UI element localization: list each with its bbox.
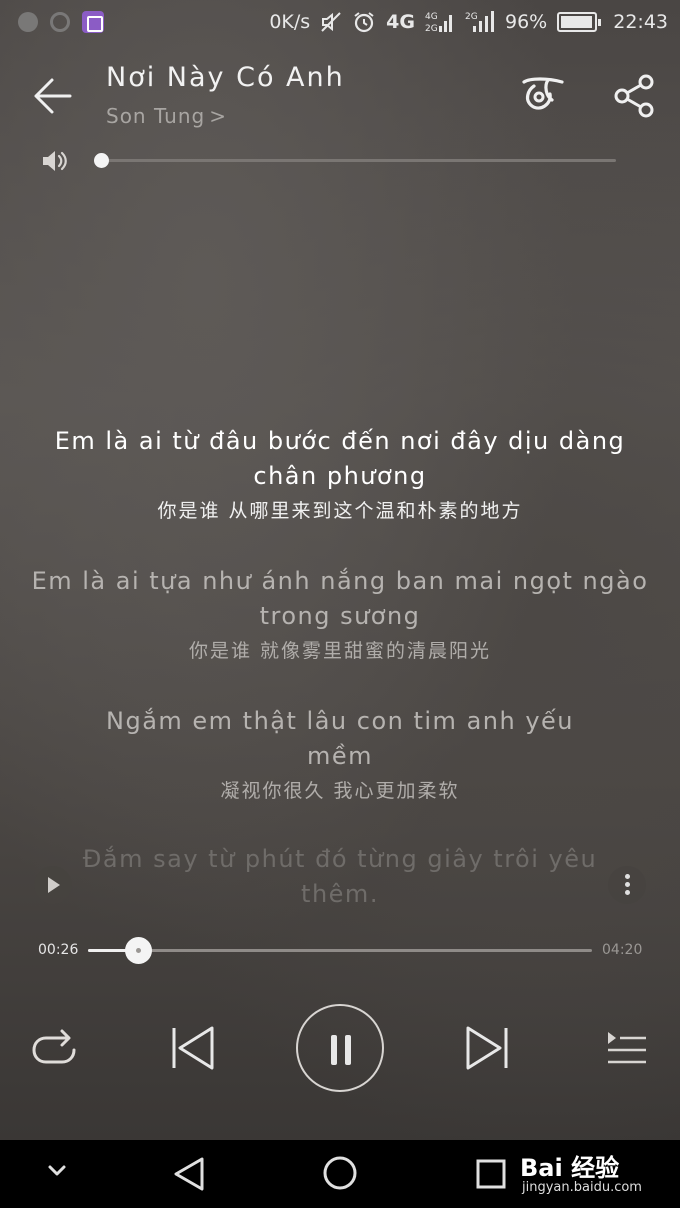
navigation-bar: Bai 经验 jingyan.baidu.com [0,1140,680,1208]
artist-name: Son Tung [106,104,206,128]
more-options-button[interactable] [608,866,646,904]
notification-icon [18,12,38,32]
next-button[interactable] [458,1020,514,1076]
battery-percent: 96% [505,11,548,33]
progress-track[interactable] [88,949,592,952]
repeat-icon [32,1029,76,1064]
status-bar: 0K/s 4G 4G 2G 2G 96% 22:43 [0,0,680,46]
svg-text:2G: 2G [425,24,438,34]
dot [625,874,630,879]
total-time: 04:20 [602,942,643,958]
dot [625,890,630,895]
circle-home-icon [323,1156,357,1190]
speaker-icon[interactable] [40,148,70,174]
nav-recents-button[interactable] [474,1157,508,1191]
playlist-icon [608,1032,646,1064]
svg-text:2G: 2G [465,12,478,22]
repeat-button[interactable] [28,1024,80,1072]
mute-icon [320,11,342,33]
song-title: Nơi Này Có Anh [106,62,345,93]
triangle-back-icon [174,1157,204,1191]
nav-back-button[interactable] [170,1156,210,1192]
play-overlay-button[interactable] [34,866,72,904]
lyric-vietnamese: Em là ai từ đâu bước đến nơi đây dịu dàn… [54,427,626,490]
chevron-down-icon [48,1165,66,1176]
battery-icon [557,12,602,32]
lyric-vietnamese: Ngắm em thật lâu con tim anh yếu mềm [106,707,574,770]
playlist-button[interactable] [600,1024,650,1072]
lyric-line: Em là ai tựa như ánh nắng ban mai ngọt n… [30,564,650,666]
watermark-logo: Bai 经验 [520,1154,620,1182]
back-button[interactable] [28,72,76,120]
dot [625,882,630,887]
share-button[interactable] [610,72,658,120]
artist-link[interactable]: Son Tung > [106,104,227,128]
sound-effects-icon [522,77,564,110]
lyric-line: Ngắm em thật lâu con tim anh yếu mềm 凝视你… [70,704,610,806]
elapsed-time: 00:26 [38,942,79,958]
lyric-line: Đắm say từ phút đó từng giây trôi yêu th… [50,842,630,912]
progress-thumb[interactable] [124,937,152,964]
pause-icon [345,1035,351,1065]
lyric-vietnamese: Đắm say từ phút đó từng giây trôi yêu th… [82,845,598,908]
square-recents-icon [476,1159,506,1189]
chevron-right-icon: > [209,104,227,128]
arrow-left-icon [34,78,72,114]
previous-button[interactable] [166,1020,222,1076]
nav-hide-button[interactable] [42,1156,72,1186]
network-speed: 0K/s [269,11,311,33]
skip-next-icon [466,1026,508,1070]
lyric-chinese: 你是谁 就像雾里甜蜜的清晨阳光 [188,640,492,662]
volume-slider-track[interactable] [100,159,616,162]
lyric-vietnamese: Em là ai tựa như ánh nắng ban mai ngọt n… [31,567,649,630]
svg-text:4G: 4G [425,12,438,22]
pause-button[interactable] [296,1004,384,1092]
lyric-chinese: 你是谁 从哪里来到这个温和朴素的地方 [157,500,523,522]
pause-icon [331,1035,337,1065]
volume-slider-thumb[interactable] [94,153,109,168]
signal-bars-icon: 4G 2G [425,10,455,34]
baidu-jingyan-watermark: Bai 经验 jingyan.baidu.com [520,1148,670,1200]
signal-bars-icon: 2G [465,10,495,34]
sound-effects-button[interactable] [518,72,568,120]
lyric-chinese: 凝视你很久 我心更加柔软 [220,780,460,802]
signal-4g: 4G [386,11,415,33]
gallery-notification-icon [82,11,104,33]
player-screen: 0K/s 4G 4G 2G 2G 96% 22:43 Nơi Này Có Anh… [0,0,680,1140]
alarm-icon [352,10,376,34]
lyric-line: Em là ai từ đâu bước đến nơi đây dịu dàn… [30,424,650,526]
watermark-url: jingyan.baidu.com [522,1180,642,1195]
skip-previous-icon [172,1026,214,1070]
nav-home-button[interactable] [322,1155,358,1191]
notification-icon [50,12,70,32]
clock: 22:43 [613,11,668,33]
share-icon [614,74,654,118]
